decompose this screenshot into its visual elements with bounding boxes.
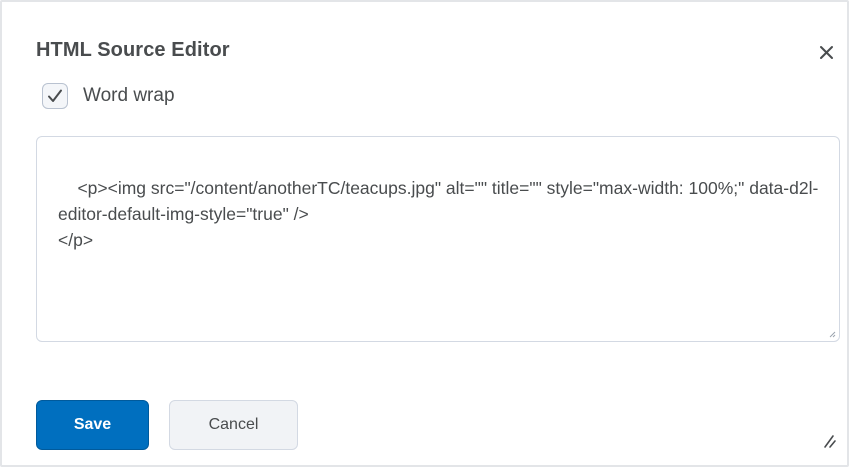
html-source-editor-dialog: HTML Source Editor Word wrap <p><img src… <box>0 0 849 467</box>
textarea-resize-handle-icon[interactable] <box>828 330 836 338</box>
word-wrap-checkbox[interactable] <box>42 83 68 109</box>
cancel-button[interactable]: Cancel <box>169 400 298 450</box>
word-wrap-toggle[interactable]: Word wrap <box>42 82 175 110</box>
checkmark-icon <box>48 89 62 102</box>
dialog-resize-handle-icon[interactable] <box>820 432 838 450</box>
close-icon <box>820 46 833 59</box>
word-wrap-label: Word wrap <box>83 85 175 106</box>
dialog-title: HTML Source Editor <box>36 39 230 61</box>
save-button[interactable]: Save <box>36 400 149 450</box>
html-source-textarea[interactable]: <p><img src="/content/anotherTC/teacups.… <box>36 136 840 342</box>
html-source-content: <p><img src="/content/anotherTC/teacups.… <box>58 178 819 250</box>
close-button[interactable] <box>816 42 838 64</box>
